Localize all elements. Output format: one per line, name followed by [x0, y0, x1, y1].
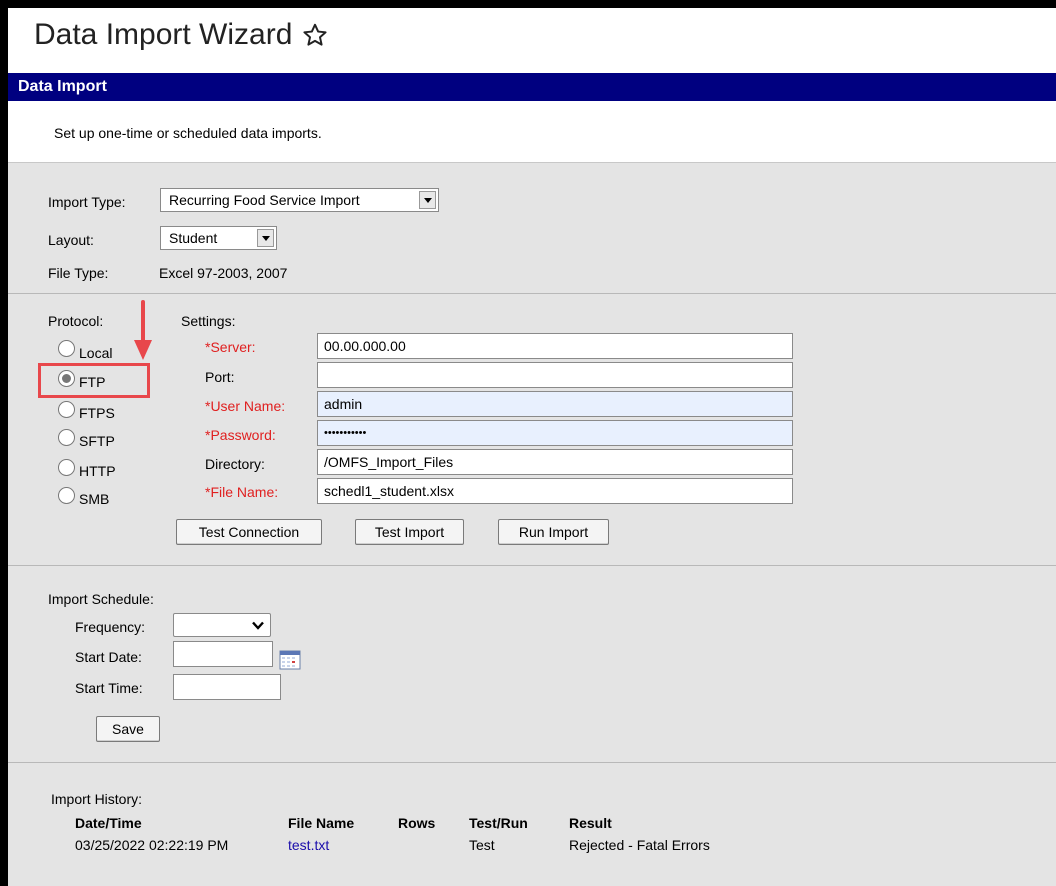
- layout-select[interactable]: Student: [160, 226, 277, 250]
- radio-icon: [58, 487, 75, 504]
- server-label: *Server:: [205, 339, 256, 355]
- run-import-button[interactable]: Run Import: [498, 519, 609, 545]
- frequency-select[interactable]: [173, 613, 271, 637]
- import-history-label: Import History:: [51, 791, 143, 807]
- history-col-file-name: File Name: [288, 815, 355, 831]
- start-date-label: Start Date:: [75, 649, 142, 665]
- start-time-label: Start Time:: [75, 680, 143, 696]
- radio-icon: [58, 401, 75, 418]
- protocol-ftps-radio[interactable]: FTPS: [58, 401, 115, 421]
- port-label: Port:: [205, 369, 235, 385]
- history-col-test-run: Test/Run: [469, 815, 528, 831]
- page-subtitle: Set up one-time or scheduled data import…: [54, 125, 322, 141]
- protocol-sftp-radio[interactable]: SFTP: [58, 429, 115, 449]
- star-icon[interactable]: [302, 22, 328, 48]
- history-col-datetime: Date/Time: [75, 815, 142, 831]
- page-title: Data Import Wizard: [34, 18, 293, 51]
- test-connection-button[interactable]: Test Connection: [176, 519, 322, 545]
- chevron-down-icon: [419, 191, 436, 209]
- test-import-button[interactable]: Test Import: [355, 519, 464, 545]
- annotation-arrow-icon: [134, 300, 152, 360]
- history-col-result: Result: [569, 815, 612, 831]
- password-label: *Password:: [205, 427, 276, 443]
- save-button[interactable]: Save: [96, 716, 160, 742]
- history-file-link[interactable]: test.txt: [288, 837, 329, 853]
- history-col-rows: Rows: [398, 815, 436, 831]
- history-datetime: 03/25/2022 02:22:19 PM: [75, 837, 229, 853]
- import-type-select[interactable]: Recurring Food Service Import: [160, 188, 439, 212]
- file-name-label: *File Name:: [205, 484, 279, 500]
- section-header: Data Import: [8, 73, 1056, 101]
- protocol-smb-radio[interactable]: SMB: [58, 487, 110, 507]
- user-name-input[interactable]: admin: [317, 391, 793, 417]
- chevron-down-icon: [252, 621, 264, 630]
- port-input[interactable]: [317, 362, 793, 388]
- radio-icon: [58, 429, 75, 446]
- layout-value: Student: [169, 230, 218, 246]
- page-title-bar: Data Import Wizard: [34, 18, 328, 52]
- password-input[interactable]: •••••••••••: [317, 420, 793, 446]
- protocol-option-label: HTTP: [79, 462, 116, 479]
- user-name-label: *User Name:: [205, 398, 286, 414]
- directory-label: Directory:: [205, 456, 265, 472]
- radio-icon: [58, 459, 75, 476]
- protocol-option-label: Local: [79, 344, 113, 361]
- app-frame: Data Import Wizard Data Import Set up on…: [8, 8, 1056, 886]
- divider: [8, 293, 1056, 294]
- protocol-local-radio[interactable]: Local: [58, 340, 112, 361]
- file-name-input[interactable]: schedl1_student.xlsx: [317, 478, 793, 504]
- file-type-value: Excel 97-2003, 2007: [159, 265, 288, 281]
- start-time-input[interactable]: [173, 674, 281, 700]
- frequency-label: Frequency:: [75, 619, 146, 635]
- divider: [8, 565, 1056, 566]
- divider: [8, 762, 1056, 763]
- chevron-down-icon: [257, 229, 274, 247]
- history-result: Rejected - Fatal Errors: [569, 837, 710, 853]
- protocol-option-label: SMB: [79, 490, 110, 507]
- protocol-http-radio[interactable]: HTTP: [58, 459, 116, 479]
- radio-icon: [58, 340, 75, 357]
- layout-label: Layout:: [48, 232, 94, 248]
- import-type-value: Recurring Food Service Import: [169, 192, 360, 208]
- history-test-run: Test: [469, 837, 495, 853]
- protocol-label: Protocol:: [48, 313, 104, 329]
- calendar-icon[interactable]: [279, 649, 301, 671]
- import-type-label: Import Type:: [48, 194, 126, 210]
- server-input[interactable]: 00.00.000.00: [317, 333, 793, 359]
- protocol-option-label: FTPS: [79, 404, 115, 421]
- settings-label: Settings:: [181, 313, 236, 329]
- import-schedule-label: Import Schedule:: [48, 591, 154, 607]
- protocol-option-label: SFTP: [79, 432, 115, 449]
- annotation-highlight-box: [38, 363, 150, 398]
- file-type-label: File Type:: [48, 265, 109, 281]
- directory-input[interactable]: /OMFS_Import_Files: [317, 449, 793, 475]
- start-date-input[interactable]: [173, 641, 273, 667]
